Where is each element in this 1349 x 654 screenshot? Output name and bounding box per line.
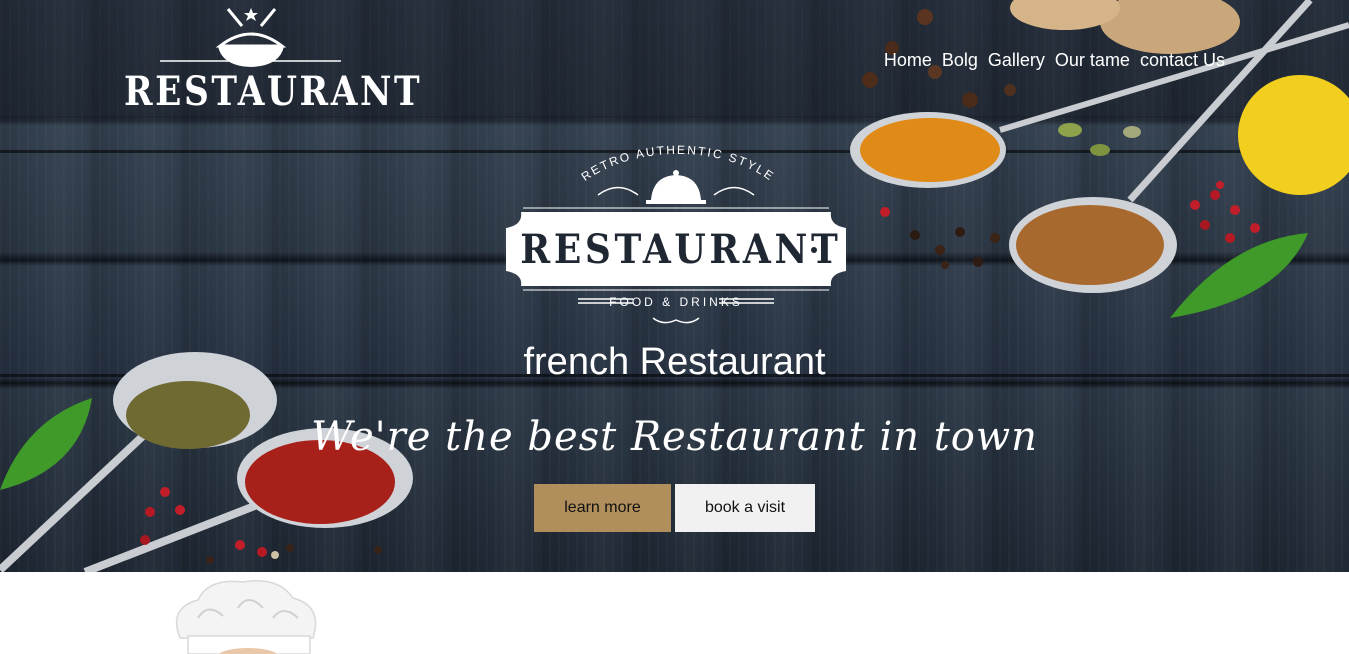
cardamom-image (1090, 144, 1110, 156)
main-nav: Home Bolg Gallery Our tame contact Us (884, 49, 1225, 71)
hero-tagline: We're the best Restaurant in town (311, 414, 1038, 460)
nav-team-link[interactable]: Our tame (1055, 49, 1130, 71)
lemon-image (1238, 75, 1349, 195)
hero-headline: french Restaurant (523, 341, 826, 383)
bowl-noodles-icon (160, 8, 341, 67)
cardamom-image (1058, 123, 1082, 137)
ginger-image (1100, 0, 1240, 54)
book-visit-button[interactable]: book a visit (675, 484, 815, 532)
logo-text: RESTAURANT (124, 68, 423, 115)
turmeric-image (860, 118, 1000, 182)
cardamom-image (1123, 126, 1141, 138)
chef-hat-image (175, 580, 317, 654)
nav-gallery-link[interactable]: Gallery (988, 49, 1045, 71)
cinnamon-powder-image (1016, 205, 1164, 285)
hero-section: RESTAURANT Home Bolg Gallery Our tame co… (0, 0, 1349, 572)
cloche-icon (646, 170, 706, 204)
nav-blog-link[interactable]: Bolg (942, 49, 978, 71)
badge-title: RESTAURANT (520, 226, 842, 273)
learn-more-button[interactable]: learn more (534, 484, 671, 532)
nav-home-link[interactable]: Home (884, 49, 932, 71)
bay-leaf-image (1170, 233, 1308, 318)
nav-contact-link[interactable]: contact Us (1140, 49, 1225, 71)
badge-subtitle: FOOD & DRINKS (609, 295, 743, 309)
cutlery-ornament (652, 317, 700, 324)
